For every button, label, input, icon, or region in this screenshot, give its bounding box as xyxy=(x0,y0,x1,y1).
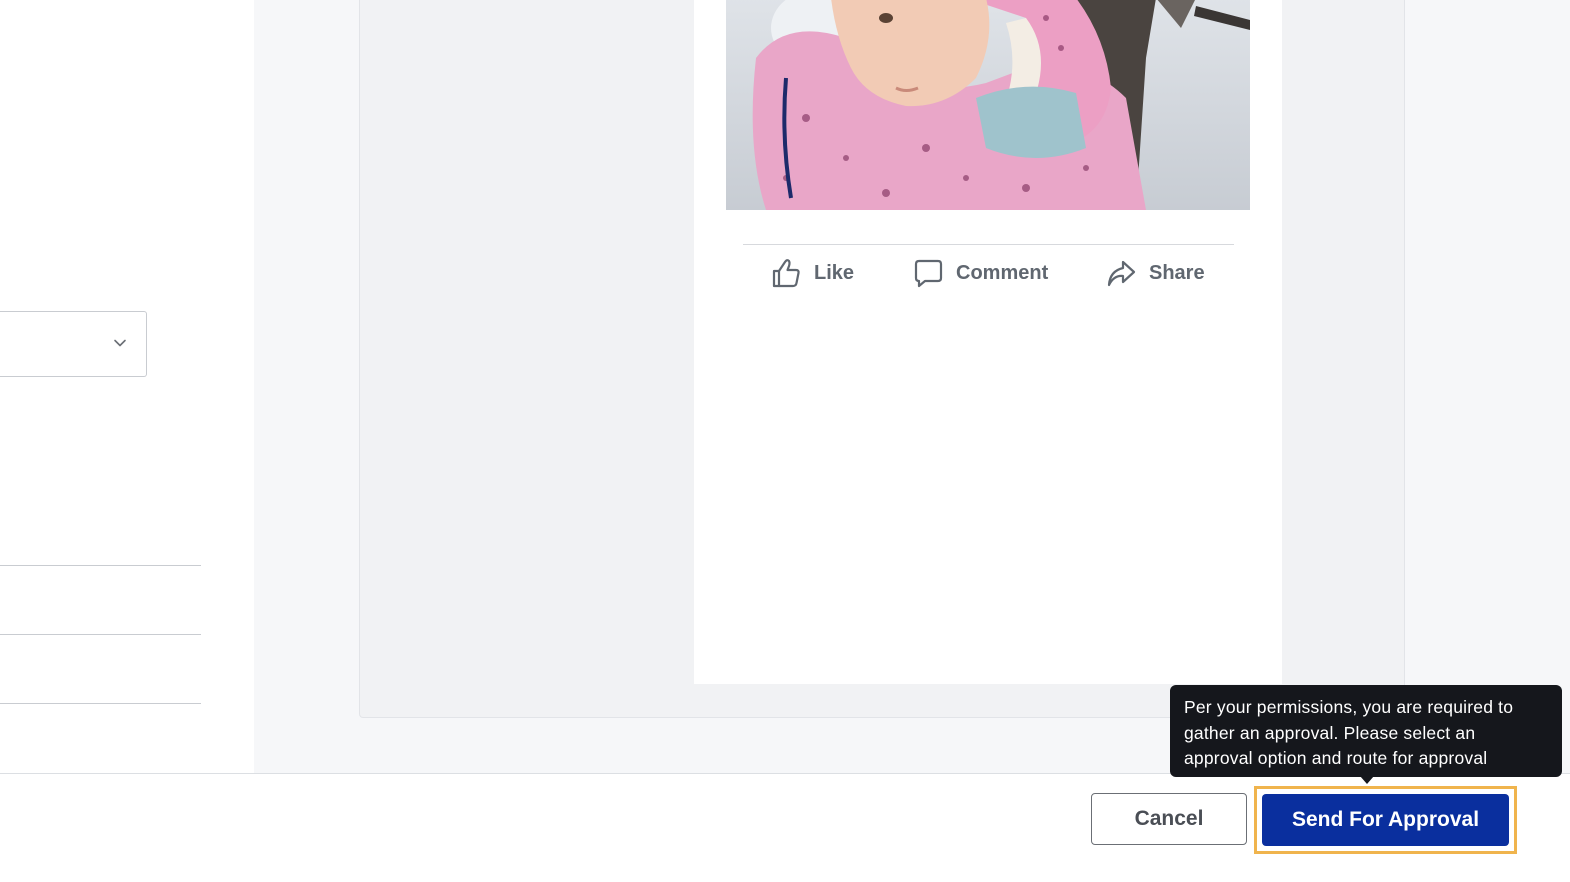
post-actions-divider xyxy=(743,244,1234,245)
chevron-down-icon xyxy=(114,339,126,347)
like-label: Like xyxy=(814,261,855,284)
divider xyxy=(0,565,201,566)
divider xyxy=(0,703,201,704)
comment-icon xyxy=(914,259,943,288)
post-image xyxy=(726,0,1250,210)
approval-tooltip: Per your permissions, you are required t… xyxy=(1170,685,1562,777)
like-action[interactable]: Like xyxy=(770,256,854,290)
comment-action[interactable]: Comment xyxy=(912,256,1048,290)
post-preview-card: Like Comment Share xyxy=(694,0,1282,684)
option-dropdown[interactable] xyxy=(0,311,147,377)
thumbs-up-icon xyxy=(772,259,800,288)
divider xyxy=(0,634,201,635)
share-action[interactable]: Share xyxy=(1105,256,1205,290)
send-for-approval-button[interactable]: Send For Approval xyxy=(1262,794,1509,846)
settings-panel xyxy=(0,0,254,773)
post-photo xyxy=(726,0,1250,210)
post-preview-area: Like Comment Share xyxy=(254,0,1570,773)
compose-post-page: Like Comment Share Cancel Send For Appro… xyxy=(0,0,1570,882)
share-label: Share xyxy=(1149,261,1205,284)
share-icon xyxy=(1107,260,1136,287)
cancel-button[interactable]: Cancel xyxy=(1091,793,1247,845)
preview-frame: Like Comment Share xyxy=(359,0,1405,718)
comment-label: Comment xyxy=(956,261,1049,284)
footer-bar: Cancel Send For Approval xyxy=(0,773,1570,882)
tooltip-arrow xyxy=(1360,776,1374,784)
